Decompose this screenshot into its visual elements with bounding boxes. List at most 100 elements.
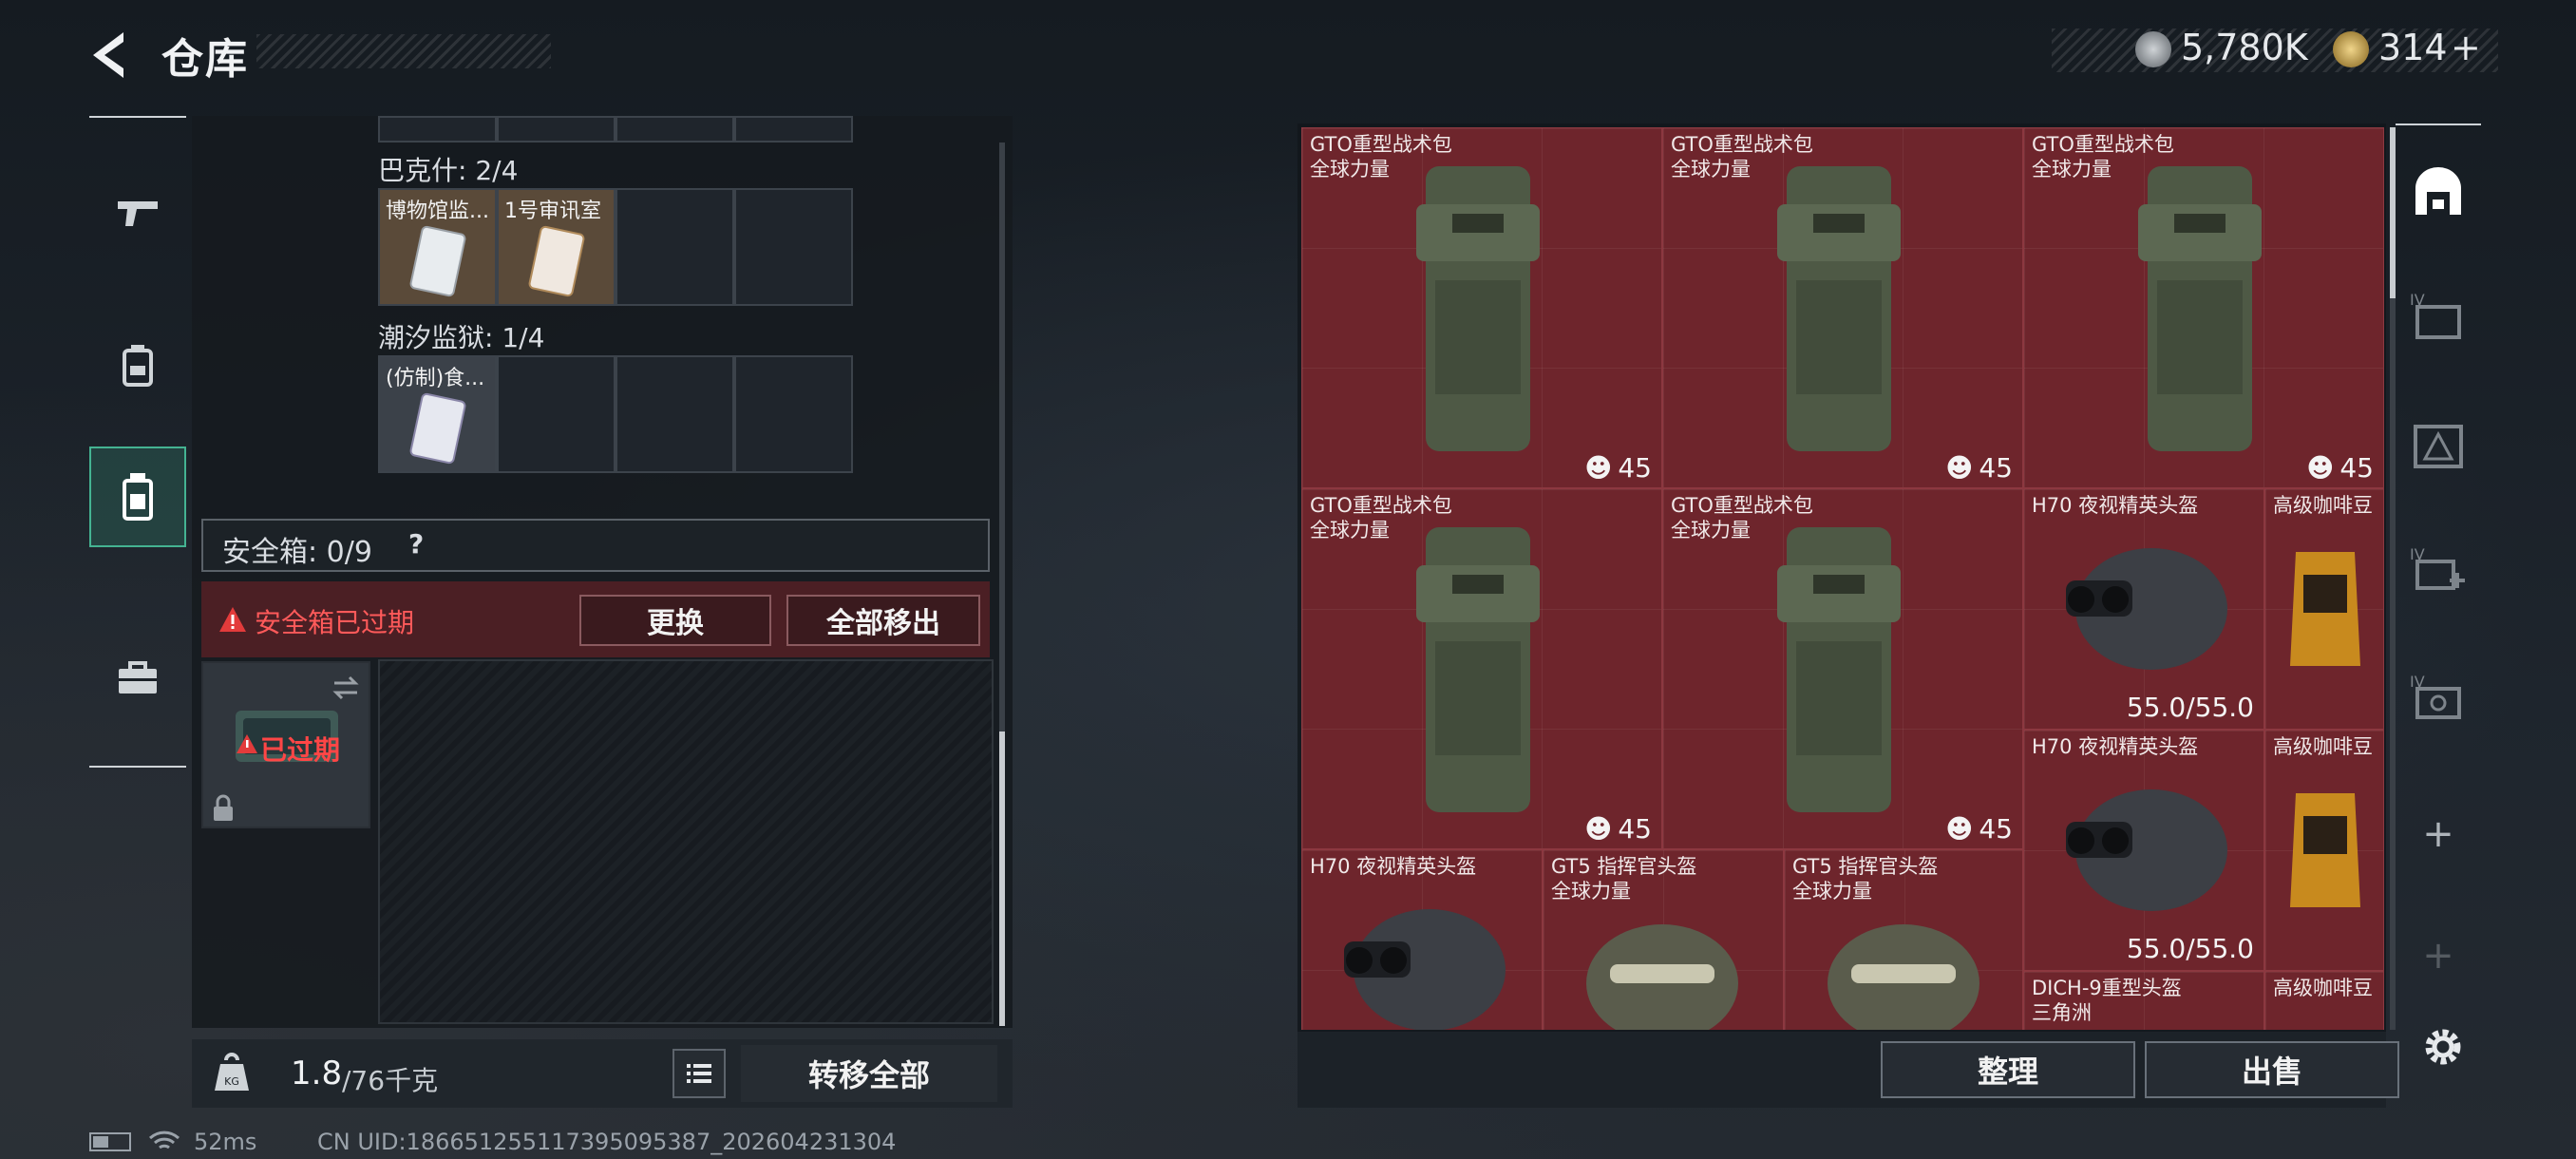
nav-weapons[interactable] xyxy=(89,165,186,260)
nav-toolbox[interactable] xyxy=(89,631,186,726)
person-icon: ☻ xyxy=(1945,813,1974,845)
stash-item-helmet[interactable]: H70 夜视精英头盔 55.0/55.0 xyxy=(2023,488,2264,730)
left-scrollbar-thumb[interactable] xyxy=(999,732,1005,1026)
coffee-bag-image xyxy=(2290,793,2360,907)
add-stash-tab-button[interactable]: + xyxy=(2396,787,2481,882)
grid-slot[interactable] xyxy=(734,355,853,473)
battery-icon xyxy=(89,1132,131,1151)
page-title: 仓库 xyxy=(161,35,249,84)
nav-backpack[interactable] xyxy=(89,317,186,412)
safe-box-grid[interactable] xyxy=(378,659,994,1024)
grid-slot[interactable] xyxy=(616,116,734,142)
stash-tab-4[interactable]: IV xyxy=(2396,522,2481,618)
back-arrow-icon xyxy=(93,32,123,78)
item-count: ☻ 45 xyxy=(1584,813,1652,845)
uid-text: CN UID:1866512551173950953​87_2026042313… xyxy=(317,1129,897,1155)
back-button[interactable] xyxy=(84,27,141,84)
item-name: H70 夜视精英头盔 xyxy=(2032,494,2199,517)
stash-item-backpack[interactable]: GTO重型战术包 全球力量 ☻ 45 xyxy=(2023,127,2384,488)
remove-all-button[interactable]: 全部移出 xyxy=(786,595,980,646)
stash-item-coffee[interactable]: 高级咖啡豆 xyxy=(2264,730,2384,971)
safe-box-tile[interactable]: 已过期 xyxy=(201,661,370,828)
list-view-button[interactable] xyxy=(672,1049,726,1098)
key-card-item[interactable]: 博物馆监... xyxy=(378,188,497,306)
warning-tab-icon xyxy=(2414,425,2463,468)
weight-max: /76千克 xyxy=(342,1065,439,1096)
backpack-image xyxy=(2138,166,2262,451)
backpack-image xyxy=(1416,166,1540,451)
helmet-image xyxy=(1828,924,1979,1030)
nav-safe-box[interactable] xyxy=(89,446,186,547)
safe-box-capacity: 安全箱: 0/9 xyxy=(222,536,372,569)
replace-button[interactable]: 更换 xyxy=(579,595,771,646)
person-icon: ☻ xyxy=(1945,452,1974,484)
sort-button[interactable]: 整理 xyxy=(1881,1041,2135,1098)
stash-item-backpack[interactable]: GTO重型战术包 全球力量 ☻ 45 xyxy=(1301,127,1662,488)
expired-text: 安全箱已过期 xyxy=(255,607,415,638)
stash-item-helmet[interactable]: GT5 指挥官头盔 全球力量 xyxy=(1543,849,1784,1030)
stash-tab-2[interactable]: IV xyxy=(2396,268,2481,363)
warning-icon xyxy=(237,734,257,753)
stash-item-coffee[interactable]: 高级咖啡豆 xyxy=(2264,488,2384,730)
item-name: 高级咖啡豆 xyxy=(2273,977,2373,999)
stash-item-helmet[interactable]: H70 夜视精英头盔 xyxy=(1301,849,1543,1030)
grid-slot[interactable] xyxy=(734,116,853,142)
plus-icon: + xyxy=(2422,812,2454,856)
backpack-image xyxy=(1777,166,1901,451)
gear-icon xyxy=(2425,1029,2461,1065)
stash-item-backpack[interactable]: GTO重型战术包 全球力量 ☻ 45 xyxy=(1301,488,1662,849)
stash-tab-5[interactable]: IV xyxy=(2396,650,2481,745)
stash-tab-main[interactable] xyxy=(2396,124,2481,258)
item-label: (仿制)食... xyxy=(386,367,485,390)
grid-slot[interactable] xyxy=(497,116,616,142)
person-icon: ☻ xyxy=(2306,452,2335,484)
title-decoration xyxy=(256,34,551,68)
key-card-item[interactable]: (仿制)食... xyxy=(378,355,497,473)
swap-icon[interactable] xyxy=(331,674,361,701)
add-currency-button[interactable]: + xyxy=(2451,27,2481,68)
key-card-item[interactable]: 1号审讯室 xyxy=(497,188,616,306)
list-icon xyxy=(687,1064,711,1083)
gun-icon xyxy=(118,201,158,226)
stash-item-backpack[interactable]: GTO重型战术包 全球力量 ☻ 45 xyxy=(1662,127,2023,488)
grid-slot[interactable] xyxy=(497,355,616,473)
stash-item-helmet[interactable]: H70 夜视精英头盔 55.0/55.0 xyxy=(2023,730,2264,971)
item-count: ☻ 45 xyxy=(1945,813,2013,845)
side-nav xyxy=(89,116,186,768)
help-icon[interactable]: ? xyxy=(408,528,424,560)
safe-box-header: 安全箱: 0/9 ? xyxy=(201,519,990,572)
wifi-icon xyxy=(148,1130,180,1150)
stash-item-helmet[interactable]: GT5 指挥官头盔 全球力量 xyxy=(1784,849,2023,1030)
helmet-image xyxy=(2066,789,2227,911)
transfer-all-button[interactable]: 转移全部 xyxy=(741,1045,997,1102)
grid-slot[interactable] xyxy=(616,355,734,473)
helmet-image xyxy=(2066,548,2227,670)
stash-item-backpack[interactable]: GTO重型战术包 全球力量 ☻ 45 xyxy=(1662,488,2023,849)
helmet-image xyxy=(1586,924,1738,1030)
settings-button[interactable] xyxy=(2418,1022,2468,1072)
item-count: ☻ 45 xyxy=(1584,452,1652,484)
stash-item-coffee[interactable]: 高级咖啡豆 xyxy=(2264,971,2384,1030)
plus-icon: + xyxy=(2422,934,2454,978)
item-name: 高级咖啡豆 xyxy=(2273,735,2373,758)
item-name: 高级咖啡豆 xyxy=(2273,494,2373,517)
camera-tab-icon: IV xyxy=(2410,673,2461,719)
stash-item-helmet[interactable]: DICH-9重型头盔 三角洲 xyxy=(2023,971,2264,1030)
svg-text:KG: KG xyxy=(224,1075,239,1088)
item-name: GT5 指挥官头盔 全球力量 xyxy=(1792,855,1939,902)
weight-icon: KG xyxy=(215,1053,249,1091)
lock-icon xyxy=(214,794,233,821)
grid-slot[interactable] xyxy=(734,188,853,306)
section-label-tidal-prison: 潮汐监狱: 1/4 xyxy=(378,322,545,353)
stash-tab-3[interactable] xyxy=(2396,399,2481,494)
expired-status: 已过期 xyxy=(260,734,341,766)
sell-button[interactable]: 出售 xyxy=(2145,1041,2399,1098)
warning-icon xyxy=(219,607,246,632)
item-label: 博物馆监... xyxy=(386,200,489,223)
backpack-image xyxy=(1777,527,1901,812)
silver-currency-value: 5,780K xyxy=(2181,27,2308,68)
add-stash-tab-disabled: + xyxy=(2396,908,2481,1003)
silver-coin-icon xyxy=(2135,31,2171,67)
grid-slot[interactable] xyxy=(378,116,497,142)
grid-slot[interactable] xyxy=(616,188,734,306)
